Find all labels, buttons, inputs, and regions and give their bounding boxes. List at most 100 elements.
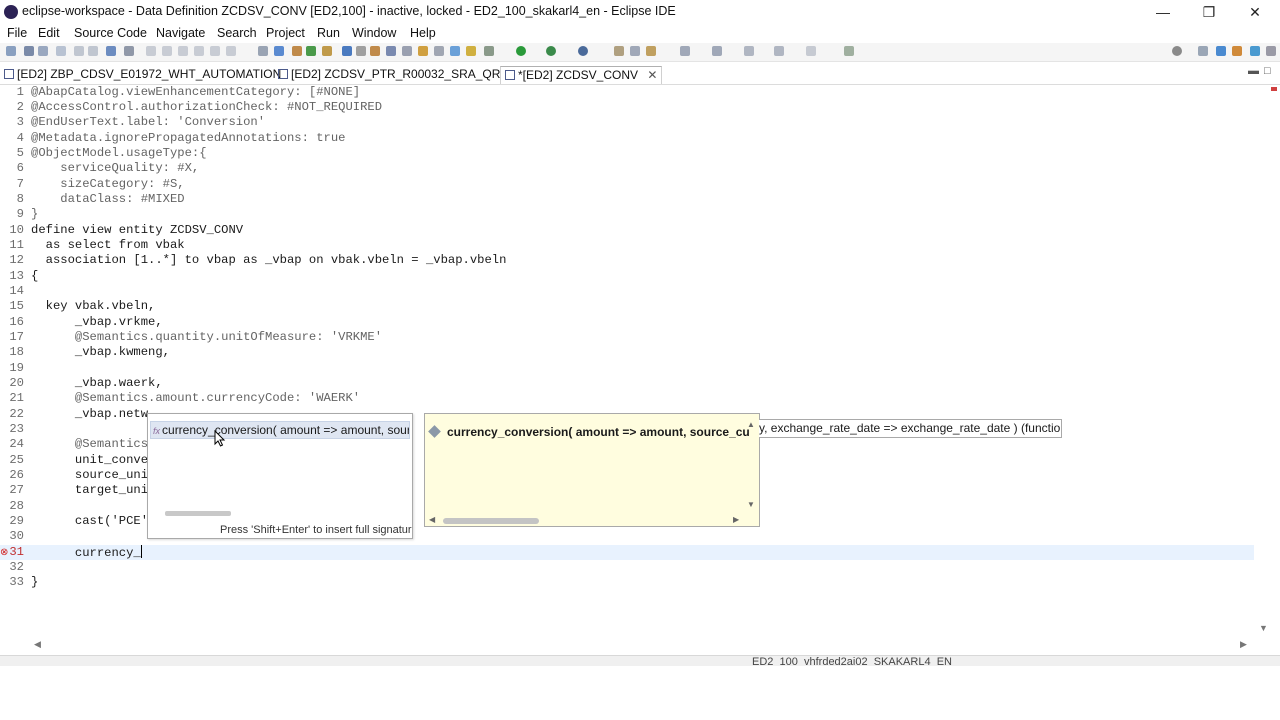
- abap-perspective-icon[interactable]: [1216, 46, 1226, 56]
- external-tools-icon[interactable]: [484, 46, 494, 56]
- line-code: @AbapCatalog.viewEnhancementCategory: [#…: [31, 85, 361, 99]
- menu-window[interactable]: Window: [352, 26, 396, 40]
- menu-navigate[interactable]: Navigate: [156, 26, 205, 40]
- perspective-icon[interactable]: [1198, 46, 1208, 56]
- tab-label: [ED2] ZCDSV_PTR_R00032_SRA_QRY: [291, 67, 509, 81]
- menu-project[interactable]: Project: [266, 26, 305, 40]
- scroll-right-icon[interactable]: ▶: [733, 515, 739, 524]
- pen-icon[interactable]: [646, 46, 656, 56]
- undo-icon[interactable]: [74, 46, 84, 56]
- proposal-scrollbar[interactable]: [165, 511, 231, 516]
- last-edit-icon[interactable]: [744, 46, 754, 56]
- editor-horizontal-scrollbar[interactable]: ◀ ▶: [30, 638, 1256, 652]
- minimize-button[interactable]: —: [1140, 2, 1186, 22]
- save-all-icon[interactable]: [38, 46, 48, 56]
- open-task-icon[interactable]: [614, 46, 624, 56]
- line-number: 9: [16, 207, 24, 221]
- menu-search[interactable]: Search: [217, 26, 257, 40]
- debug-perspective-icon[interactable]: [1232, 46, 1242, 56]
- menu-source-code[interactable]: Source Code: [74, 26, 147, 40]
- redo-icon[interactable]: [88, 46, 98, 56]
- code-line: 14: [0, 284, 1254, 299]
- tab-zbp-cdsv-e01972[interactable]: [ED2] ZBP_CDSV_E01972_WHT_AUTOMATION: [4, 66, 281, 83]
- search-icon[interactable]: [1172, 46, 1182, 56]
- scroll-left-icon[interactable]: ◀: [429, 515, 435, 524]
- run-icon[interactable]: [516, 46, 526, 56]
- run-tool-icon[interactable]: [450, 46, 460, 56]
- save-icon[interactable]: [24, 46, 34, 56]
- code-line: 16 _vbap.vrkme,: [0, 315, 1254, 330]
- code-line: 1 @AbapCatalog.viewEnhancementCategory: […: [0, 85, 1254, 100]
- debug-icon[interactable]: [342, 46, 352, 56]
- line-code: @ObjectModel.usageType:{: [31, 146, 207, 160]
- search-tool-icon[interactable]: [356, 46, 366, 56]
- new-icon[interactable]: [6, 46, 16, 56]
- code-editor[interactable]: 1 @AbapCatalog.viewEnhancementCategory: […: [0, 85, 1256, 637]
- line-code: association [1..*] to vbap as _vbap on v…: [31, 253, 507, 267]
- step-over-icon[interactable]: [210, 46, 220, 56]
- check-icon[interactable]: [124, 46, 134, 56]
- line-number: 28: [9, 499, 24, 513]
- tab-zcdsv-conv[interactable]: *[ED2] ZCDSV_CONV ✕: [500, 66, 663, 84]
- scroll-left-icon[interactable]: ◀: [34, 639, 41, 650]
- tab-zcdsv-ptr-r00032[interactable]: [ED2] ZCDSV_PTR_R00032_SRA_QRY: [278, 66, 508, 83]
- transport-icon[interactable]: [322, 46, 332, 56]
- highlight-icon[interactable]: [466, 46, 476, 56]
- step-into-icon[interactable]: [194, 46, 204, 56]
- line-code: _vbap.vrkme,: [31, 315, 163, 329]
- resume-icon[interactable]: [146, 46, 156, 56]
- editor-vertical-scrollbar[interactable]: ▼: [1257, 85, 1277, 637]
- pin-editor-icon[interactable]: [844, 46, 854, 56]
- profile-icon[interactable]: [578, 46, 588, 56]
- menu-edit[interactable]: Edit: [38, 26, 60, 40]
- back-icon[interactable]: [774, 46, 784, 56]
- line-number: 4: [16, 131, 24, 145]
- scroll-right-icon[interactable]: ▶: [1240, 639, 1247, 650]
- close-button[interactable]: ✕: [1232, 2, 1278, 22]
- refresh-icon[interactable]: [386, 46, 396, 56]
- prev-annotation-icon[interactable]: [712, 46, 722, 56]
- detail-horizontal-scrollbar[interactable]: [443, 518, 539, 524]
- coverage-icon[interactable]: [546, 46, 556, 56]
- package-icon[interactable]: [402, 46, 412, 56]
- line-code: source_uni: [31, 468, 149, 482]
- annotate-icon[interactable]: [630, 46, 640, 56]
- menu-run[interactable]: Run: [317, 26, 340, 40]
- step-return-icon[interactable]: [226, 46, 236, 56]
- line-code: key vbak.vbeln,: [31, 299, 156, 313]
- insert-signature-hint: Press 'Shift+Enter' to insert full signa…: [220, 524, 413, 536]
- line-code: @Semantics: [31, 437, 149, 451]
- status-bar: ED2_100_vhfrded2ai02_SKAKARL4_EN: [0, 655, 1280, 666]
- line-number: 13: [9, 269, 24, 283]
- minimize-view-icon[interactable]: ▬: [1248, 65, 1259, 77]
- mark-occurrences-icon[interactable]: [274, 46, 284, 56]
- other-perspective-icon[interactable]: [1266, 46, 1276, 56]
- history-icon[interactable]: [434, 46, 444, 56]
- line-code: _vbap.netw: [31, 407, 149, 421]
- scroll-down-icon[interactable]: ▼: [747, 500, 755, 509]
- menu-help[interactable]: Help: [410, 26, 436, 40]
- forward-icon[interactable]: [806, 46, 816, 56]
- line-number: 17: [9, 330, 24, 344]
- maximize-view-icon[interactable]: □: [1264, 65, 1271, 77]
- error-marker-icon[interactable]: ⊗: [0, 547, 8, 558]
- activate-icon[interactable]: [106, 46, 116, 56]
- menu-file[interactable]: File: [7, 26, 27, 40]
- open-type-icon[interactable]: [292, 46, 302, 56]
- suspend-icon[interactable]: [162, 46, 172, 56]
- next-annotation-icon[interactable]: [680, 46, 690, 56]
- print-icon[interactable]: [56, 46, 66, 56]
- scroll-up-icon[interactable]: ▲: [747, 420, 755, 429]
- tab-close-icon[interactable]: ✕: [647, 68, 657, 82]
- lock-icon[interactable]: [418, 46, 428, 56]
- completion-proposal[interactable]: fx currency_conversion( amount => amount,…: [150, 421, 410, 439]
- folder-icon[interactable]: [370, 46, 380, 56]
- link-icon[interactable]: [306, 46, 316, 56]
- code-line: 18 _vbap.kwmeng,: [0, 345, 1254, 360]
- java-perspective-icon[interactable]: [1250, 46, 1260, 56]
- scroll-down-icon[interactable]: ▼: [1259, 623, 1268, 633]
- toggle-icon[interactable]: [258, 46, 268, 56]
- restore-button[interactable]: ❐: [1186, 2, 1232, 22]
- terminate-icon[interactable]: [178, 46, 188, 56]
- error-overview-icon[interactable]: [1271, 87, 1277, 91]
